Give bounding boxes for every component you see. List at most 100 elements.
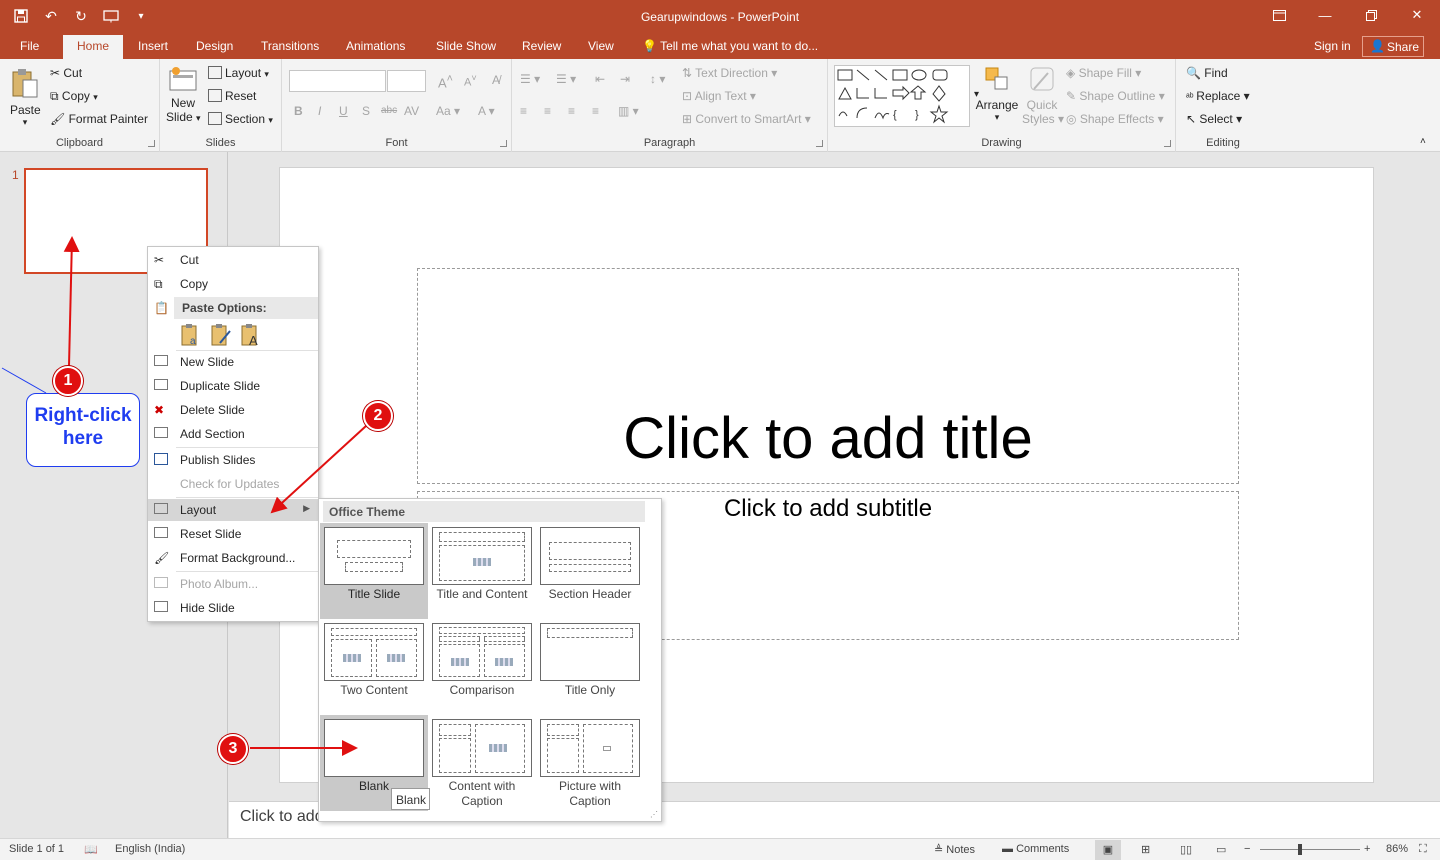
resize-grip-icon[interactable]: ⋰ [650, 810, 658, 819]
font-color-icon[interactable]: A ▾ [478, 104, 495, 118]
bullets-icon[interactable]: ☰ ▾ [520, 72, 540, 86]
slideshow-view-icon[interactable]: ▭ [1216, 843, 1226, 856]
menu-item-photo-album[interactable]: Photo Album... [148, 573, 318, 595]
increase-indent-icon[interactable]: ⇥ [620, 72, 630, 86]
title-placeholder[interactable]: Click to add title [417, 268, 1239, 484]
convert-smartart-button[interactable]: ⊞ Convert to SmartArt ▾ [682, 112, 811, 126]
align-left-icon[interactable]: ≡ [520, 104, 527, 118]
sign-in-link[interactable]: Sign in [1314, 39, 1351, 53]
paste-button[interactable]: Paste ▾ [10, 67, 41, 128]
reset-button[interactable]: Reset [208, 89, 256, 103]
layout-title-only[interactable]: Title Only [536, 619, 644, 715]
fit-slide-icon[interactable]: ⛶ [1419, 843, 1427, 856]
menu-item-publish-slides[interactable]: Publish Slides [148, 449, 318, 471]
change-case-icon[interactable]: Aa ▾ [436, 104, 460, 118]
format-painter-button[interactable]: 🖌 Format Painter [50, 112, 148, 126]
find-button[interactable]: 🔍 Find [1186, 66, 1228, 80]
tab-view[interactable]: View [588, 39, 614, 53]
menu-item-copy[interactable]: ⧉ Copy [148, 273, 318, 295]
restore-icon[interactable] [1348, 0, 1394, 30]
menu-item-layout[interactable]: Layout ▶ [148, 499, 318, 521]
menu-item-reset-slide[interactable]: Reset Slide [148, 523, 318, 545]
tab-slide-show[interactable]: Slide Show [436, 39, 496, 53]
collapse-ribbon-icon[interactable]: ˄ [1420, 136, 1426, 147]
paste-keep-source-formatting-icon[interactable] [210, 323, 232, 347]
normal-view-icon[interactable]: ▣ [1095, 840, 1121, 860]
slide-sorter-icon[interactable]: ⊞ [1141, 843, 1150, 856]
tab-animations[interactable]: Animations [346, 39, 405, 53]
layout-picture-with-caption[interactable]: Picture with Caption [536, 715, 644, 811]
menu-item-new-slide[interactable]: New Slide [148, 351, 318, 373]
zoom-slider-thumb[interactable] [1298, 844, 1302, 855]
layout-title-and-content[interactable]: Title and Content [428, 523, 536, 619]
zoom-in-icon[interactable]: + [1364, 843, 1370, 855]
tab-design[interactable]: Design [196, 39, 233, 53]
copy-button[interactable]: ⧉ Copy ▾ [50, 89, 98, 104]
replace-button[interactable]: ᵃᵇ Replace ▾ [1186, 89, 1250, 103]
tab-insert[interactable]: Insert [138, 39, 168, 53]
zoom-slider[interactable] [1260, 849, 1360, 850]
shape-outline-button[interactable]: ✎ Shape Outline ▾ [1066, 89, 1165, 103]
tab-home[interactable]: Home [63, 35, 124, 59]
tab-file[interactable]: File [20, 39, 39, 53]
menu-item-format-background[interactable]: 🖌 Format Background... [148, 547, 318, 569]
grow-font-icon[interactable]: A˄ [438, 73, 453, 90]
decrease-indent-icon[interactable]: ⇤ [595, 72, 605, 86]
notes-toggle[interactable]: ≜ Notes [934, 843, 975, 856]
tab-review[interactable]: Review [522, 39, 561, 53]
justify-icon[interactable]: ≡ [592, 104, 599, 118]
underline-icon[interactable]: U [339, 104, 348, 118]
shrink-font-icon[interactable]: A˅ [464, 73, 477, 89]
tab-transitions[interactable]: Transitions [261, 39, 319, 53]
dialog-launcher-icon[interactable] [500, 140, 507, 147]
minimize-icon[interactable]: — [1302, 0, 1348, 30]
char-spacing-icon[interactable]: AV [404, 104, 419, 118]
zoom-level[interactable]: 86% [1386, 843, 1408, 855]
quick-styles-button[interactable]: Quick Styles ▾ [1022, 65, 1064, 126]
arrange-button[interactable]: Arrange ▾ [974, 65, 1020, 123]
menu-item-delete-slide[interactable]: ✖ Delete Slide [148, 399, 318, 421]
strikethrough-icon[interactable]: abc [381, 105, 397, 116]
spell-check-icon[interactable]: 📖 [84, 843, 98, 856]
menu-item-add-section[interactable]: Add Section [148, 423, 318, 445]
layout-button[interactable]: Layout ▾ [208, 66, 269, 80]
align-center-icon[interactable]: ≡ [544, 104, 551, 118]
zoom-out-icon[interactable]: − [1244, 843, 1250, 855]
paste-use-destination-theme-icon[interactable]: a [180, 323, 202, 347]
line-spacing-icon[interactable]: ↕ ▾ [650, 72, 665, 86]
menu-item-cut[interactable]: ✂ Cut [148, 249, 318, 271]
numbering-icon[interactable]: ☰ ▾ [556, 72, 576, 86]
font-size-combo[interactable] [387, 70, 426, 92]
language-indicator[interactable]: English (India) [115, 843, 185, 855]
shape-effects-button[interactable]: ◎ Shape Effects ▾ [1066, 112, 1164, 126]
align-text-button[interactable]: ⊡ Align Text ▾ [682, 89, 756, 103]
font-name-combo[interactable] [289, 70, 386, 92]
tell-me-search[interactable]: 💡 Tell me what you want to do... [642, 39, 818, 53]
shapes-gallery[interactable]: {} [834, 65, 970, 127]
clear-format-icon[interactable]: A̸ [492, 73, 500, 87]
bold-icon[interactable]: B [294, 104, 303, 118]
dialog-launcher-icon[interactable] [1164, 140, 1171, 147]
ribbon-display-options-icon[interactable] [1256, 0, 1302, 30]
layout-content-with-caption[interactable]: Content with Caption [428, 715, 536, 811]
layout-comparison[interactable]: Comparison [428, 619, 536, 715]
dialog-launcher-icon[interactable] [816, 140, 823, 147]
new-slide-button[interactable]: New Slide ▾ [166, 65, 201, 124]
layout-section-header[interactable]: Section Header [536, 523, 644, 619]
cut-button[interactable]: ✂ Cut [50, 66, 82, 80]
share-button[interactable]: 👤 Share [1362, 36, 1424, 57]
text-direction-button[interactable]: ⇅ Text Direction ▾ [682, 66, 777, 80]
align-right-icon[interactable]: ≡ [568, 104, 575, 118]
section-button[interactable]: Section ▾ [208, 112, 273, 126]
italic-icon[interactable]: I [318, 104, 321, 118]
shape-fill-button[interactable]: ◈ Shape Fill ▾ [1066, 66, 1141, 80]
dialog-launcher-icon[interactable] [148, 140, 155, 147]
menu-item-check-updates[interactable]: Check for Updates [148, 473, 318, 495]
menu-item-hide-slide[interactable]: Hide Slide [148, 597, 318, 619]
layout-title-slide[interactable]: Title Slide [320, 523, 428, 619]
menu-item-duplicate-slide[interactable]: Duplicate Slide [148, 375, 318, 397]
close-icon[interactable]: ✕ [1394, 0, 1440, 30]
columns-icon[interactable]: ▥ ▾ [618, 104, 639, 118]
paste-keep-text-only-icon[interactable]: A [240, 323, 262, 347]
reading-view-icon[interactable]: ▯▯ [1180, 843, 1192, 856]
